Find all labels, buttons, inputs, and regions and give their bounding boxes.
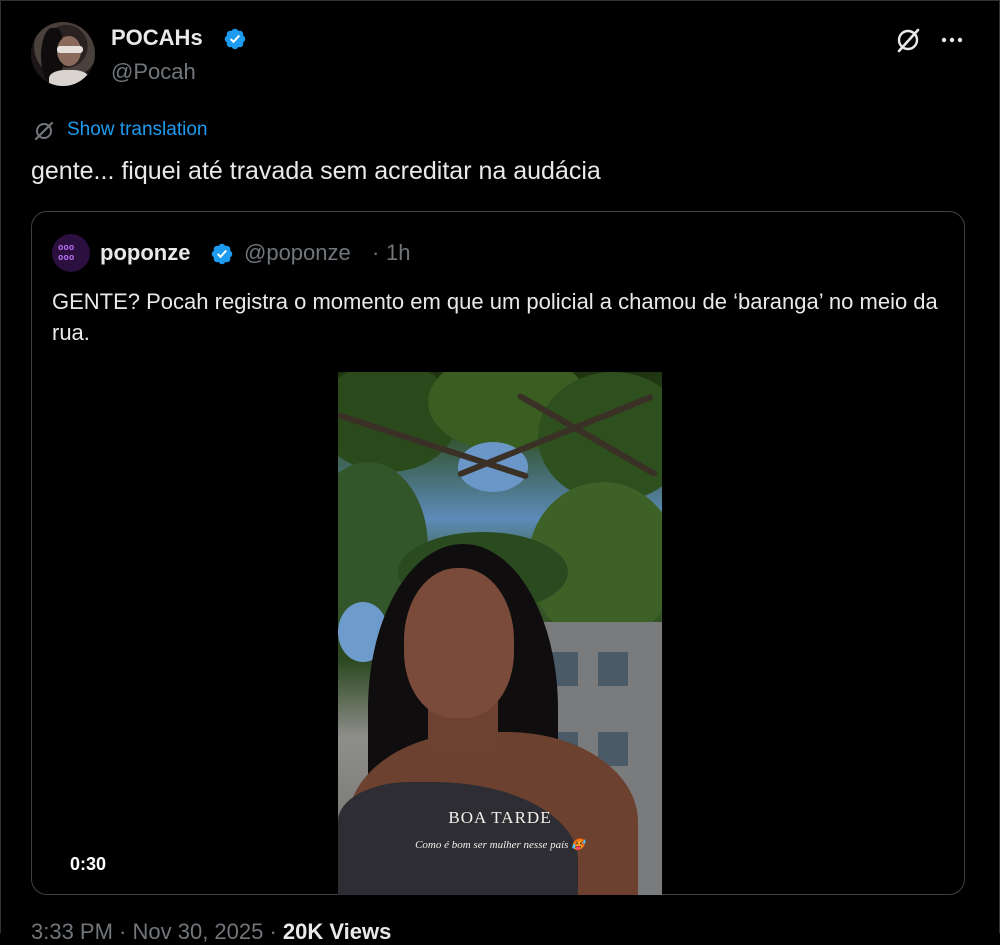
show-translation-link[interactable]: Show translation <box>67 119 207 141</box>
views-count: 20K Views <box>282 919 392 944</box>
video-player[interactable]: BOA TARDE Como é bom ser mulher nesse pa… <box>338 372 662 895</box>
post-text: gente... fiquei até travada sem acredita… <box>31 157 601 185</box>
video-caption-title: BOA TARDE <box>448 808 552 827</box>
separator-dot: · <box>372 240 380 265</box>
post-meta: 3:33 PM · Nov 30, 2025 · 20K Views <box>31 919 391 945</box>
verified-badge-icon <box>211 243 233 265</box>
quoted-author-avatar[interactable]: ooo ooo <box>52 234 90 272</box>
more-icon[interactable] <box>937 25 967 55</box>
post-timestamp[interactable]: 3:33 PM · Nov 30, 2025 · <box>31 919 277 944</box>
video-duration-badge: 0:30 <box>52 848 124 880</box>
quoted-author-display-name[interactable]: poponze <box>100 240 190 266</box>
verified-badge-icon <box>224 28 246 50</box>
quoted-author-handle[interactable]: @poponze <box>244 240 351 266</box>
grok-icon[interactable] <box>893 25 923 55</box>
video-caption-subtitle: Como é bom ser mulher nesse país 🥵 <box>415 839 585 851</box>
quoted-post-time[interactable]: 1h <box>386 240 410 266</box>
author-handle[interactable]: @Pocah <box>111 59 196 85</box>
quoted-post-text: GENTE? Pocah registra o momento em que u… <box>52 289 938 345</box>
author-display-name[interactable]: POCAHs <box>111 25 203 51</box>
author-avatar[interactable] <box>31 22 95 86</box>
post-container: POCAHs @Pocah Show translation gente... … <box>0 0 1000 944</box>
quoted-post-card[interactable]: ooo ooo poponze @poponze · 1h GENTE? Poca… <box>31 211 965 895</box>
translate-icon <box>34 121 54 141</box>
